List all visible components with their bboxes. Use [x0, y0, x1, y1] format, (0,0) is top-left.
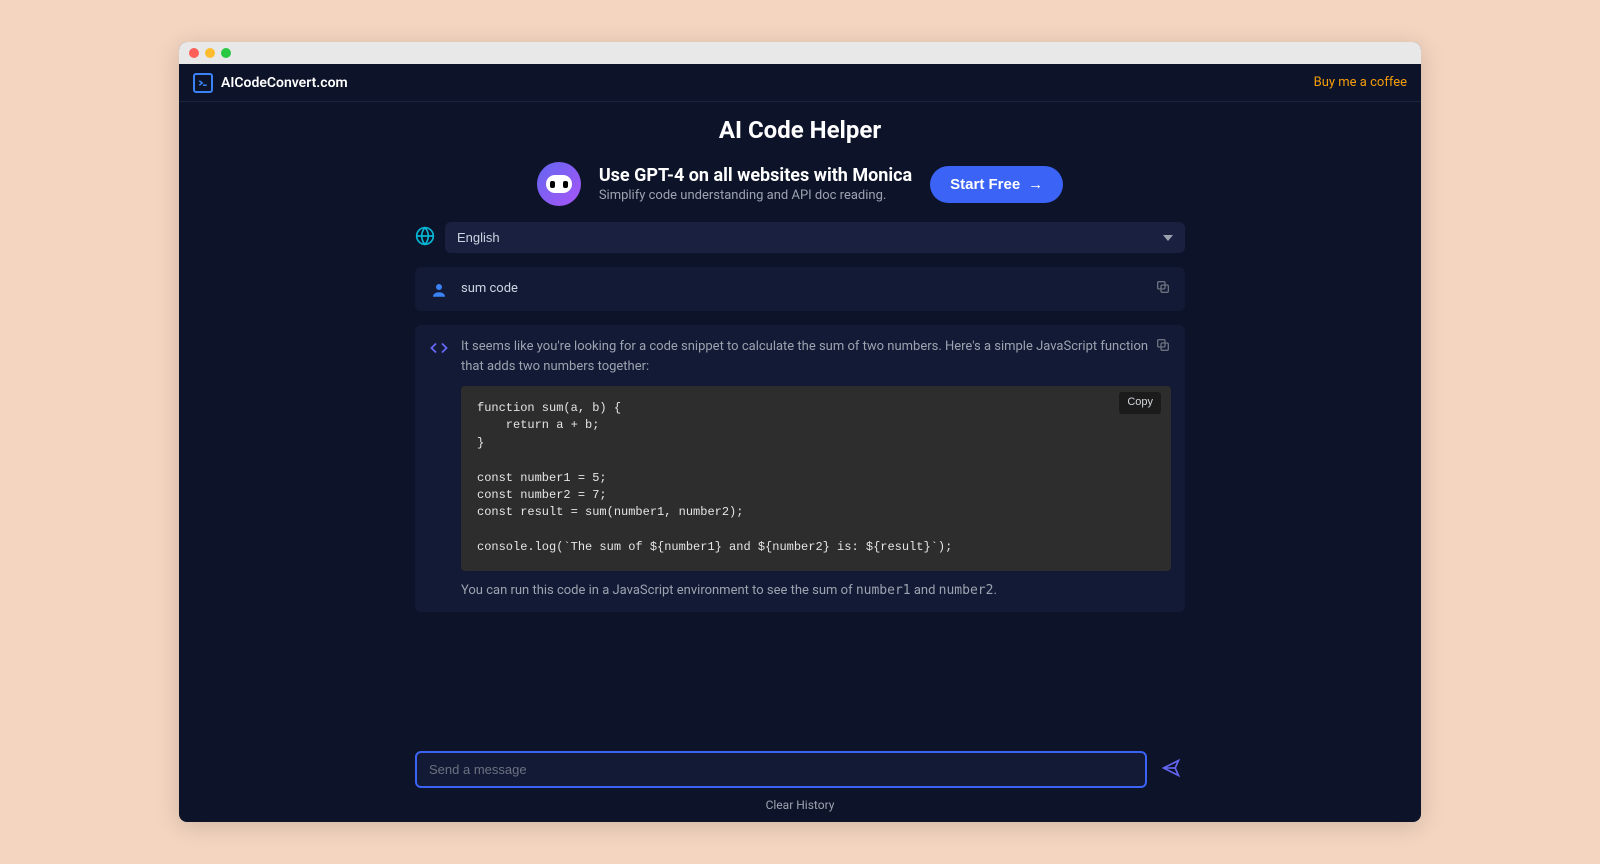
- promo-text: Use GPT-4 on all websites with Monica Si…: [599, 165, 912, 203]
- window-titlebar: [179, 42, 1421, 64]
- main-content: AI Code Helper Use GPT-4 on all websites…: [179, 102, 1421, 822]
- message-input-row: [415, 751, 1185, 788]
- message-input[interactable]: [415, 751, 1147, 788]
- main-panel: English sum code: [415, 222, 1185, 612]
- start-free-label: Start Free: [950, 176, 1020, 193]
- start-free-button[interactable]: Start Free →: [930, 166, 1063, 203]
- buy-coffee-link[interactable]: Buy me a coffee: [1314, 75, 1407, 90]
- user-avatar-icon: [429, 279, 449, 299]
- assistant-message-body: It seems like you're looking for a code …: [461, 337, 1171, 600]
- assistant-avatar-icon: [429, 337, 449, 600]
- assistant-intro-text: It seems like you're looking for a code …: [461, 339, 1148, 374]
- arrow-right-icon: →: [1028, 176, 1043, 193]
- promo-subtitle: Simplify code understanding and API doc …: [599, 188, 912, 203]
- user-message-text: sum code: [461, 279, 1171, 299]
- language-row: English: [415, 222, 1185, 253]
- monica-logo-icon: [537, 162, 581, 206]
- user-message-card: sum code: [415, 267, 1185, 311]
- copy-message-button[interactable]: [1153, 277, 1173, 300]
- globe-icon: [415, 226, 435, 250]
- browser-window: AICodeConvert.com Buy me a coffee AI Cod…: [179, 42, 1421, 822]
- window-close-button[interactable]: [189, 48, 199, 58]
- window-minimize-button[interactable]: [205, 48, 215, 58]
- code-block: Copy function sum(a, b) { return a + b; }…: [461, 386, 1171, 571]
- promo-banner: Use GPT-4 on all websites with Monica Si…: [527, 156, 1073, 212]
- copy-code-button[interactable]: Copy: [1119, 392, 1161, 414]
- send-button[interactable]: [1157, 754, 1185, 785]
- assistant-message-card: It seems like you're looking for a code …: [415, 325, 1185, 612]
- send-icon: [1161, 758, 1181, 778]
- brand[interactable]: AICodeConvert.com: [193, 73, 348, 93]
- clear-history-link[interactable]: Clear History: [415, 798, 1185, 812]
- app-header: AICodeConvert.com Buy me a coffee: [179, 64, 1421, 102]
- brand-logo-icon: [193, 73, 213, 93]
- copy-icon: [1155, 279, 1171, 295]
- brand-text: AICodeConvert.com: [221, 75, 348, 91]
- copy-message-button[interactable]: [1153, 335, 1173, 358]
- code-content: function sum(a, b) { return a + b; } con…: [477, 401, 952, 554]
- window-maximize-button[interactable]: [221, 48, 231, 58]
- page-title: AI Code Helper: [719, 116, 881, 144]
- footer-area: Clear History: [415, 751, 1185, 812]
- promo-title: Use GPT-4 on all websites with Monica: [599, 165, 912, 186]
- language-select[interactable]: English: [445, 222, 1185, 253]
- assistant-outro-text: You can run this code in a JavaScript en…: [461, 583, 997, 598]
- copy-icon: [1155, 337, 1171, 353]
